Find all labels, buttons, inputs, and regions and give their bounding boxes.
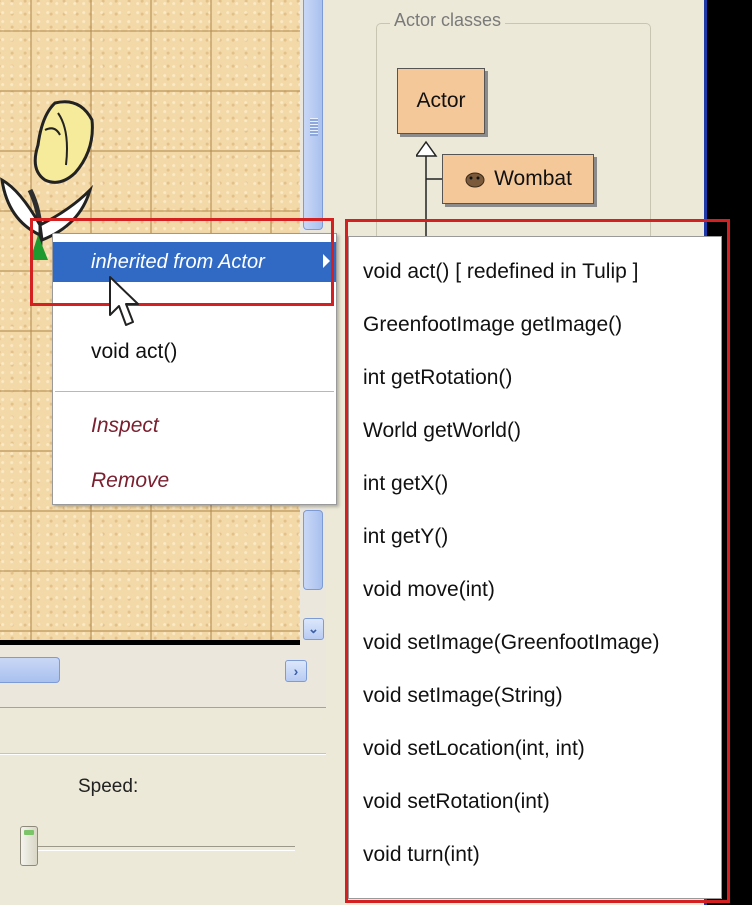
submenu-item[interactable]: void setRotation(int): [349, 781, 721, 823]
submenu-item-label: void turn(int): [363, 843, 480, 866]
submenu-item[interactable]: void turn(int): [349, 834, 721, 876]
mouse-cursor-icon: [109, 276, 139, 326]
submenu-item[interactable]: void setImage(GreenfootImage): [349, 622, 721, 664]
submenu-item-label: int getRotation(): [363, 366, 513, 389]
horizontal-scroll-thumb[interactable]: [0, 657, 60, 683]
class-wombat-label: Wombat: [494, 167, 572, 190]
world-horizontal-scrollbar[interactable]: ›: [0, 645, 326, 707]
submenu-arrow-icon: [323, 254, 330, 268]
submenu-item[interactable]: World getWorld(): [349, 410, 721, 452]
chevron-down-icon: ⌄: [308, 621, 319, 636]
speed-slider-thumb[interactable]: [20, 826, 38, 866]
submenu-item-label: void setImage(GreenfootImage): [363, 631, 660, 654]
speed-label: Speed:: [78, 776, 139, 797]
submenu-item[interactable]: void move(int): [349, 569, 721, 611]
menu-item-void-act[interactable]: void act(): [53, 332, 336, 372]
vertical-scroll-thumb-lower[interactable]: [303, 510, 323, 590]
vertical-scroll-thumb[interactable]: [303, 0, 323, 230]
submenu-item-label: int getY(): [363, 525, 449, 548]
submenu-item[interactable]: int getRotation(): [349, 357, 721, 399]
class-actor-label: Actor: [416, 89, 466, 112]
submenu-item[interactable]: void setImage(String): [349, 675, 721, 717]
controls-divider: [0, 753, 345, 755]
speed-slider-track[interactable]: [20, 846, 295, 851]
submenu-item[interactable]: void act() [ redefined in Tulip ]: [349, 251, 721, 293]
submenu-item-label: void setRotation(int): [363, 790, 550, 813]
menu-separator: [55, 391, 334, 392]
submenu-item-label: World getWorld(): [363, 419, 521, 442]
class-actor[interactable]: Actor: [397, 68, 485, 134]
menu-item-label: Remove: [91, 469, 170, 492]
class-wombat[interactable]: Wombat: [442, 154, 594, 204]
actor-classes-title: Actor classes: [390, 10, 506, 31]
submenu-item[interactable]: GreenfootImage getImage(): [349, 304, 721, 346]
submenu-item[interactable]: int getX(): [349, 463, 721, 505]
submenu-item-label: void setImage(String): [363, 684, 563, 707]
menu-item-remove[interactable]: Remove: [53, 461, 336, 501]
chevron-right-icon: ›: [293, 663, 299, 679]
menu-item-inherited-from-actor[interactable]: inherited from Actor: [53, 242, 336, 282]
submenu-item-label: GreenfootImage getImage(): [363, 313, 623, 336]
scroll-down-button[interactable]: ⌄: [303, 618, 324, 640]
menu-item-inspect[interactable]: Inspect: [53, 406, 336, 446]
menu-item-label: inherited from Actor: [91, 251, 265, 273]
actor-context-menu: inherited from Actor void act() Inspect …: [52, 233, 337, 505]
menu-item-label: Inspect: [91, 414, 159, 437]
submenu-item[interactable]: void setLocation(int, int): [349, 728, 721, 770]
menu-item-label: void act(): [91, 340, 178, 363]
submenu-item-label: void move(int): [363, 578, 495, 601]
submenu-item[interactable]: int getY(): [349, 516, 721, 558]
wombat-icon: [465, 172, 485, 188]
execution-controls: Speed:: [0, 707, 345, 905]
submenu-item-label: int getX(): [363, 472, 449, 495]
scroll-right-button[interactable]: ›: [285, 660, 307, 682]
inherited-methods-submenu: void act() [ redefined in Tulip ] Greenf…: [348, 236, 722, 899]
submenu-item-label: void act() [ redefined in Tulip ]: [363, 260, 639, 283]
submenu-item-label: void setLocation(int, int): [363, 737, 585, 760]
scroll-grip-icon: [310, 118, 318, 136]
